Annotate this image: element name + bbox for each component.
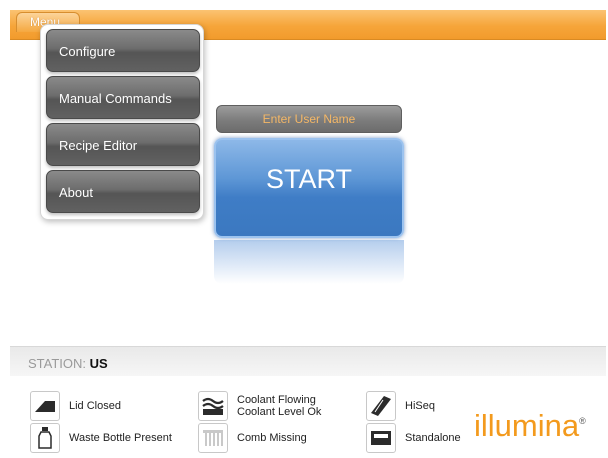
status-waste: Waste Bottle Present bbox=[30, 423, 172, 453]
menu-item-label: Manual Commands bbox=[59, 91, 172, 106]
menu-item-label: Recipe Editor bbox=[59, 138, 138, 153]
brand-mark: ® bbox=[579, 416, 586, 426]
status-lid-label: Lid Closed bbox=[69, 400, 121, 412]
menu-item-about[interactable]: About bbox=[46, 170, 200, 213]
status-lid: Lid Closed bbox=[30, 391, 121, 421]
flowcell-icon bbox=[366, 391, 396, 421]
start-button-label: START bbox=[265, 164, 352, 194]
menu-item-label: About bbox=[59, 185, 93, 200]
username-placeholder: Enter User Name bbox=[262, 112, 356, 126]
status-hiseq: HiSeq bbox=[366, 391, 435, 421]
coolant-icon bbox=[198, 391, 228, 421]
status-comb-label: Comb Missing bbox=[237, 432, 307, 444]
menu-item-configure[interactable]: Configure bbox=[46, 29, 200, 72]
status-comb: Comb Missing bbox=[198, 423, 307, 453]
status-standalone: Standalone bbox=[366, 423, 461, 453]
brand-name: illumina bbox=[474, 408, 580, 443]
status-waste-label: Waste Bottle Present bbox=[69, 432, 172, 444]
standalone-icon bbox=[366, 423, 396, 453]
menu-item-recipe-editor[interactable]: Recipe Editor bbox=[46, 123, 200, 166]
start-button[interactable]: START bbox=[214, 138, 404, 238]
start-button-reflection bbox=[214, 240, 404, 284]
station-bar: STATION: US bbox=[10, 346, 606, 376]
status-coolant-line1: Coolant Flowing bbox=[237, 394, 316, 406]
status-standalone-label: Standalone bbox=[405, 432, 461, 444]
lid-icon bbox=[30, 391, 60, 421]
status-coolant-line2: Coolant Level Ok bbox=[237, 406, 322, 418]
station-name: US bbox=[89, 356, 108, 371]
illumina-logo: illumina® bbox=[474, 408, 586, 444]
menu-item-manual-commands[interactable]: Manual Commands bbox=[46, 76, 200, 119]
menu-item-label: Configure bbox=[59, 44, 116, 59]
bottle-icon bbox=[30, 423, 60, 453]
menu-dropdown: Configure Manual Commands Recipe Editor … bbox=[40, 24, 204, 220]
comb-icon bbox=[198, 423, 228, 453]
station-prefix: STATION: bbox=[28, 356, 87, 371]
status-hiseq-label: HiSeq bbox=[405, 400, 435, 412]
status-coolant: Coolant Flowing Coolant Level Ok bbox=[198, 391, 321, 421]
username-input[interactable]: Enter User Name bbox=[216, 105, 402, 133]
status-coolant-label: Coolant Flowing Coolant Level Ok bbox=[237, 394, 321, 418]
